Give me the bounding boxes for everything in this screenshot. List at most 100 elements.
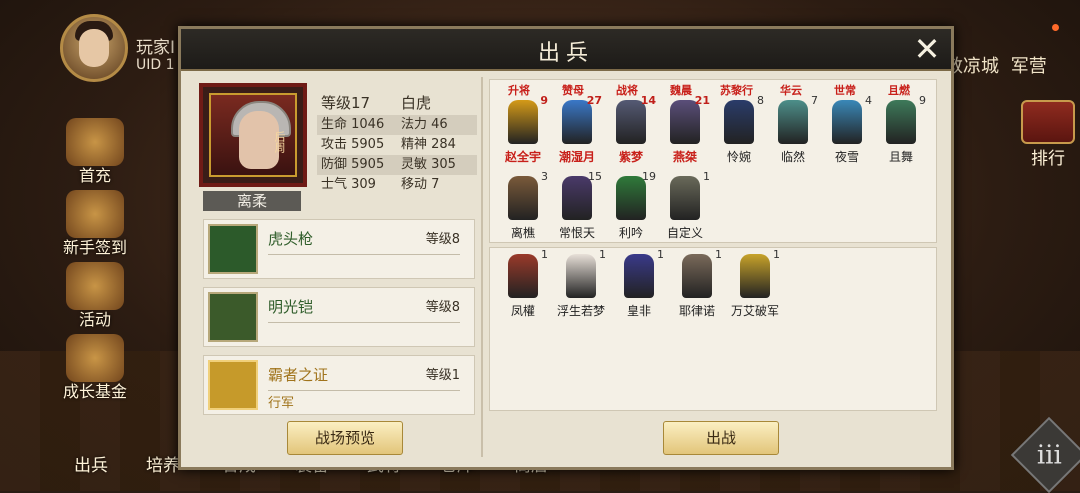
unit-sprite-icon [508, 254, 538, 298]
unit-count: 19 [642, 170, 656, 183]
stat-morale: 士气 309 [321, 177, 376, 192]
stat-row: 防御 5905 灵敏 305 [317, 155, 477, 175]
equip-slot-armor[interactable]: 明光铠 等级8 [203, 287, 475, 347]
unit-card[interactable]: 1 皇非 [612, 248, 666, 326]
growth-fund-icon [66, 334, 124, 382]
selected-units-box: 1 凤權 1 浮生若梦 1 皇非 1 耶律诺 1 万艾破军 [489, 247, 937, 411]
hero-level: 等级17 [321, 94, 371, 112]
unit-count: 9 [540, 94, 548, 107]
unit-count: 1 [715, 248, 722, 261]
player-name: 玩家I [136, 38, 176, 58]
unit-sprite-icon [508, 176, 538, 220]
unit-count: 1 [773, 248, 780, 261]
player-avatar[interactable] [60, 14, 128, 82]
hero-level-row: 等级17 白虎 [317, 91, 477, 115]
unit-count: 15 [588, 170, 602, 183]
unit-roster: 升将 赞母 战将 魏晨 苏黎行 华云 世常 且燃 9 赵全宇 27 潮湿月 14 紫梦 21… [489, 75, 937, 413]
armor-icon [208, 292, 258, 342]
stat-agility: 灵敏 305 [401, 157, 456, 172]
unit-sprite-icon [832, 100, 862, 144]
unit-count: 7 [811, 94, 818, 107]
stat-spirit: 精神 284 [401, 137, 456, 152]
hero-stats: 等级17 白虎 生命 1046 法力 46 攻击 5905 精神 284 防御 … [317, 91, 477, 195]
unit-count: 1 [599, 248, 606, 261]
stat-hp: 生命 1046 [321, 117, 385, 132]
hero-name: 离柔 [203, 191, 301, 211]
unit-count: 4 [865, 94, 872, 107]
deploy-button[interactable]: 出战 [663, 421, 779, 455]
notification-dot [1052, 24, 1059, 31]
unit-sprite-icon [778, 100, 808, 144]
unit-count: 1 [657, 248, 664, 261]
stat-attack: 攻击 5905 [321, 137, 385, 152]
stat-move: 移动 7 [401, 177, 440, 192]
unit-name: 且舞 [888, 150, 913, 164]
unit-sprite-icon [508, 100, 538, 144]
menu-first-charge[interactable]: 首充 [55, 118, 135, 186]
equip-divider [268, 390, 460, 391]
menu-signin[interactable]: 新手签到 [55, 190, 135, 258]
dialog-title: 出兵 [537, 41, 594, 66]
equip-slot-badge[interactable]: 霸者之证 等级1 行军 [203, 355, 475, 415]
unit-count: 3 [541, 170, 548, 183]
unit-count: 1 [541, 248, 548, 261]
unit-card[interactable]: 1 自定义 [658, 170, 712, 242]
unit-card[interactable]: 1 耶律诺 [670, 248, 724, 326]
equip-level: 等级8 [425, 300, 460, 315]
unit-count: 9 [919, 94, 926, 107]
equip-name: 明光铠 [268, 298, 314, 316]
stat-row: 生命 1046 法力 46 [317, 115, 477, 135]
badge-icon [208, 360, 258, 410]
unit-count: 14 [640, 94, 656, 107]
unit-card[interactable]: 1 万艾破军 [728, 248, 782, 326]
ranking-button[interactable]: 排行 [1020, 100, 1076, 169]
equip-divider [268, 322, 460, 323]
battlefield-preview-button[interactable]: 战场预览 [287, 421, 403, 455]
unit-card[interactable]: 1 凤權 [496, 248, 550, 326]
stat-mp: 法力 46 [401, 117, 448, 132]
hero-portrait[interactable]: 后周 [199, 83, 307, 187]
equip-name: 霸者之证 [268, 366, 329, 384]
equip-sub: 行军 [268, 396, 295, 411]
location-info: 敦凉城 军营 [945, 52, 1047, 78]
unit-count: 8 [757, 94, 764, 107]
ranking-label: 排行 [1031, 149, 1065, 169]
unit-sprite-icon [624, 254, 654, 298]
close-icon[interactable]: ✕ [909, 31, 945, 67]
panel-divider [481, 77, 483, 457]
equip-level: 等级8 [425, 232, 460, 247]
hero-panel: 后周 离柔 等级17 白虎 生命 1046 法力 46 攻击 5905 精神 2… [189, 77, 481, 459]
nav-deploy[interactable]: 出兵 [74, 451, 108, 491]
first-charge-icon [66, 118, 124, 166]
nav-train[interactable]: 培养 [146, 451, 180, 491]
unit-sprite-icon [682, 254, 712, 298]
camp-label: 军营 [1010, 56, 1047, 77]
unit-sprite-icon [886, 100, 916, 144]
unit-sprite-icon [670, 176, 700, 220]
signin-icon [66, 190, 124, 238]
unit-count: 27 [586, 94, 602, 107]
equip-slot-weapon[interactable]: 虎头枪 等级8 [203, 219, 475, 279]
unit-name: 万艾破军 [730, 304, 779, 318]
available-units-box: 升将 赞母 战将 魏晨 苏黎行 华云 世常 且燃 9 赵全宇 27 潮湿月 14 紫梦 21… [489, 79, 937, 243]
equip-level: 等级1 [425, 368, 460, 383]
avatar-face [79, 29, 109, 67]
player-uid: UID 1 [136, 57, 175, 73]
stat-row: 攻击 5905 精神 284 [317, 135, 477, 155]
unit-card[interactable]: 9 且舞 [874, 94, 928, 172]
unit-sprite-icon [740, 254, 770, 298]
unit-card[interactable]: 1 浮生若梦 [554, 248, 608, 326]
dialog-header: 出兵 ✕ [181, 29, 951, 71]
menu-growth-fund[interactable]: 成长基金 [55, 334, 135, 402]
deploy-dialog: 出兵 ✕ 后周 离柔 等级17 白虎 生命 1046 法力 46 攻击 5905… [178, 26, 954, 470]
menu-icon: iii [1036, 439, 1062, 470]
equip-divider [268, 254, 460, 255]
menu-event[interactable]: 活动 [55, 262, 135, 330]
unit-count: 21 [694, 94, 710, 107]
portrait-frame: 后周 [209, 93, 297, 177]
event-icon [66, 262, 124, 310]
hero-beast: 白虎 [401, 94, 432, 112]
ranking-icon [1021, 100, 1075, 144]
unit-count: 1 [703, 170, 710, 183]
unit-sprite-icon [724, 100, 754, 144]
